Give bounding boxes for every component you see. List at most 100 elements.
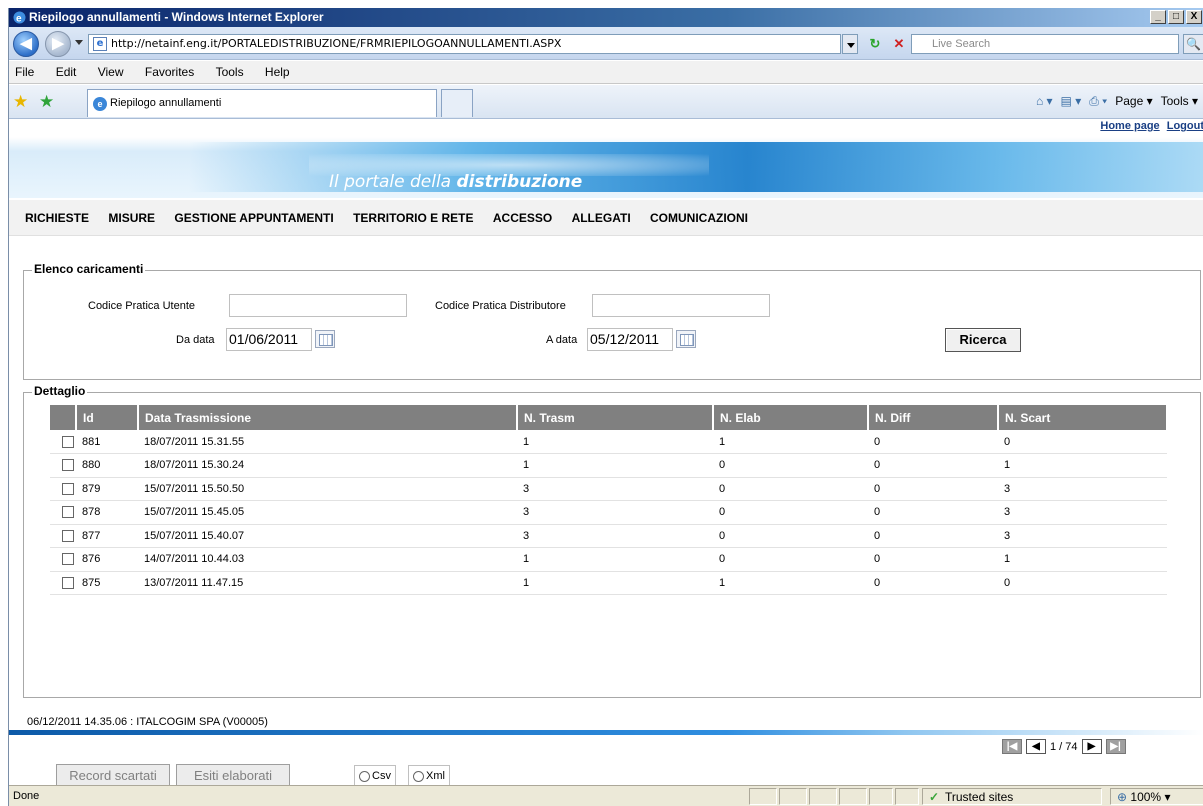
- da-data-input[interactable]: 01/06/2011: [226, 328, 312, 351]
- table-row: 880 18/07/2011 15.30.24 1 0 0 1: [50, 453, 1167, 478]
- nav-gestione-appuntamenti[interactable]: GESTIONE APPUNTAMENTI: [174, 211, 333, 225]
- feeds-icon[interactable]: ▤ ▾: [1061, 91, 1082, 111]
- column-header-n-elab[interactable]: N. Elab: [713, 405, 869, 430]
- page-indicator: 1 / 74: [1050, 740, 1078, 753]
- nav-misure[interactable]: MISURE: [108, 211, 155, 225]
- maximize-button[interactable]: □: [1168, 10, 1184, 24]
- row-checkbox[interactable]: [62, 506, 74, 519]
- cell-n-trasm: 1: [517, 430, 713, 454]
- cell-n-diff: 0: [868, 500, 998, 525]
- cell-data-trasmissione: 18/07/2011 15.30.24: [138, 453, 517, 478]
- menu-help[interactable]: Help: [265, 65, 290, 79]
- stop-button[interactable]: ✕: [889, 34, 909, 54]
- column-header-n-diff[interactable]: N. Diff: [868, 405, 999, 430]
- url-input[interactable]: e http://netainf.eng.it/PORTALEDISTRIBUZ…: [88, 34, 841, 54]
- row-checkbox[interactable]: [62, 529, 74, 542]
- cell-n-elab: 0: [713, 524, 868, 548]
- nav-territorio-e-rete[interactable]: TERRITORIO E RETE: [353, 211, 473, 225]
- home-page-link[interactable]: Home page: [1100, 120, 1159, 132]
- row-checkbox[interactable]: [62, 553, 74, 566]
- menu-edit[interactable]: Edit: [56, 65, 77, 79]
- nav-accesso[interactable]: ACCESSO: [493, 211, 552, 225]
- xml-radio[interactable]: [413, 770, 424, 782]
- row-checkbox[interactable]: [62, 576, 74, 589]
- row-checkbox[interactable]: [62, 482, 74, 495]
- home-icon[interactable]: ⌂ ▾: [1036, 91, 1053, 111]
- first-page-icon[interactable]: |◀: [1002, 739, 1022, 754]
- next-page-icon[interactable]: ▶: [1081, 739, 1102, 754]
- page-content: Il portale della distribuzione Home page…: [9, 120, 1203, 788]
- url-dropdown-button[interactable]: [842, 34, 858, 54]
- security-zone[interactable]: ✓ Trusted sites: [922, 788, 1102, 805]
- cell-n-scart: 1: [998, 453, 1167, 478]
- a-data-input[interactable]: 05/12/2011: [587, 328, 673, 351]
- new-tab-button[interactable]: [441, 89, 473, 117]
- search-input[interactable]: Live Search: [911, 34, 1179, 54]
- cell-n-elab: 1: [713, 430, 868, 454]
- codice-distributore-label: Codice Pratica Distributore: [435, 300, 566, 312]
- nav-richieste[interactable]: RICHIESTE: [25, 211, 89, 225]
- menu-favorites[interactable]: Favorites: [145, 65, 194, 79]
- xml-label: Xml: [426, 770, 445, 782]
- history-dropdown-icon[interactable]: [75, 40, 83, 45]
- column-header-data-trasmissione[interactable]: Data Trasmissione: [138, 405, 518, 430]
- close-button[interactable]: X: [1186, 10, 1202, 24]
- csv-radio[interactable]: [359, 770, 370, 782]
- codice-utente-input[interactable]: [229, 294, 407, 317]
- calendar-icon[interactable]: [676, 330, 696, 348]
- portal-title: Il portale della distribuzione: [329, 172, 582, 192]
- search-icon[interactable]: 🔍: [1183, 34, 1203, 54]
- calendar-icon[interactable]: [315, 330, 335, 348]
- zone-label: Trusted sites: [945, 790, 1014, 804]
- codice-utente-label: Codice Pratica Utente: [88, 300, 195, 312]
- prev-page-icon[interactable]: ◀: [1026, 739, 1046, 754]
- cell-data-trasmissione: 15/07/2011 15.40.07: [138, 524, 517, 548]
- nav-comunicazioni[interactable]: COMUNICAZIONI: [650, 211, 748, 225]
- refresh-button[interactable]: ↻: [865, 34, 885, 54]
- url-text: http://netainf.eng.it/PORTALEDISTRIBUZIO…: [111, 37, 562, 50]
- a-data-label: A data: [546, 334, 578, 346]
- menu-file[interactable]: File: [15, 65, 34, 79]
- column-header-id[interactable]: Id: [76, 405, 139, 430]
- csv-option[interactable]: Csv: [354, 765, 396, 787]
- row-checkbox[interactable]: [62, 435, 74, 448]
- ricerca-button[interactable]: Ricerca: [945, 328, 1021, 352]
- last-page-icon[interactable]: ▶|: [1105, 739, 1126, 754]
- codice-distributore-input[interactable]: [592, 294, 770, 317]
- cell-n-trasm: 3: [517, 500, 713, 525]
- column-header-n-scart[interactable]: N. Scart: [998, 405, 1168, 430]
- main-nav: RICHIESTE MISURE GESTIONE APPUNTAMENTI T…: [9, 200, 1203, 236]
- xml-option[interactable]: Xml: [408, 765, 450, 787]
- add-favorites-icon[interactable]: ★: [39, 93, 54, 110]
- status-bar: Done ✓ Trusted sites ⊕ 100% ▾: [9, 785, 1203, 806]
- cell-n-trasm: 1: [517, 453, 713, 478]
- cell-n-scart: 0: [998, 571, 1167, 595]
- print-icon[interactable]: ⎙ ▾: [1089, 91, 1107, 111]
- logout-link[interactable]: Logout: [1167, 120, 1203, 132]
- csv-label: Csv: [372, 770, 391, 782]
- cell-id: 880: [76, 453, 138, 478]
- nav-allegati[interactable]: ALLEGATI: [572, 211, 631, 225]
- row-checkbox[interactable]: [62, 459, 74, 472]
- favorites-star-icon[interactable]: ★: [13, 93, 28, 110]
- portal-title-prefix: Il portale della: [329, 172, 457, 192]
- tools-menu[interactable]: Tools ▾: [1161, 91, 1198, 111]
- zoom-icon: ⊕: [1117, 790, 1128, 804]
- page-menu[interactable]: Page ▾: [1115, 91, 1152, 111]
- trusted-check-icon: ✓: [929, 790, 940, 804]
- status-cell: [869, 788, 893, 805]
- tab-page-icon: e: [93, 97, 107, 111]
- back-button[interactable]: ◀: [13, 31, 39, 57]
- page-icon: e: [93, 37, 107, 51]
- status-cell: [749, 788, 777, 805]
- menu-view[interactable]: View: [98, 65, 124, 79]
- status-cell: [779, 788, 807, 805]
- column-header-n-trasm[interactable]: N. Trasm: [517, 405, 714, 430]
- zoom-control[interactable]: ⊕ 100% ▾: [1110, 788, 1203, 805]
- forward-button[interactable]: ▶: [45, 31, 71, 57]
- minimize-button[interactable]: _: [1150, 10, 1166, 24]
- tab-active[interactable]: e Riepilogo annullamenti: [87, 89, 437, 117]
- cell-data-trasmissione: 13/07/2011 11.47.15: [138, 571, 517, 595]
- table-row: 881 18/07/2011 15.31.55 1 1 0 0: [50, 430, 1167, 454]
- menu-tools[interactable]: Tools: [216, 65, 244, 79]
